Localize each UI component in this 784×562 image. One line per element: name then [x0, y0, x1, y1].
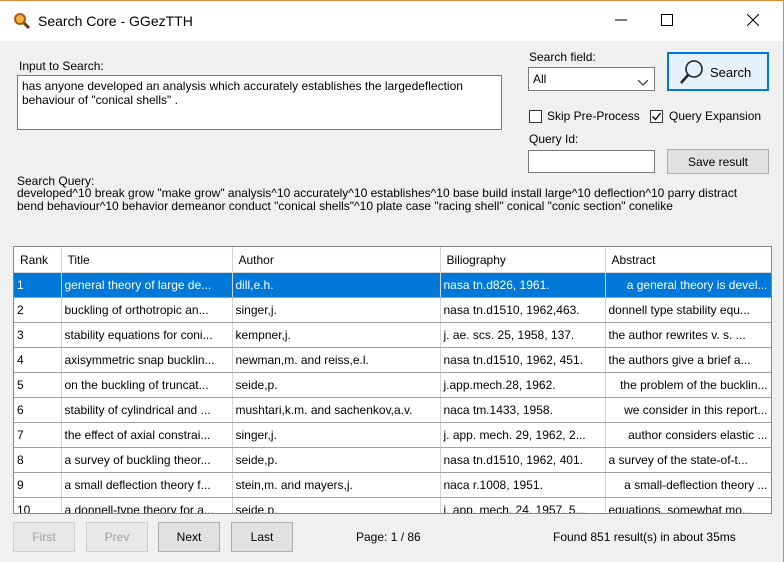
- next-page-button[interactable]: Next: [158, 522, 220, 552]
- cell-title: stability equations for coni...: [61, 322, 233, 348]
- prev-page-button[interactable]: Prev: [86, 522, 148, 552]
- cell-rank: 7: [14, 422, 62, 448]
- skip-preprocess-checkbox[interactable]: [529, 110, 542, 123]
- window-title: Search Core - GGezTTH: [38, 13, 193, 29]
- cell-title: buckling of orthotropic an...: [61, 297, 233, 323]
- cell-abstract: a general theory is devel...: [605, 272, 771, 298]
- title-bar: Search Core - GGezTTH: [0, 1, 783, 41]
- results-count: Found 851 result(s) in about 35ms: [553, 530, 736, 544]
- cell-author: seide,p.: [232, 497, 441, 513]
- last-page-button[interactable]: Last: [231, 522, 293, 552]
- cell-biliography: nasa tn.d826, 1961.: [440, 272, 606, 298]
- search-core-window: Search Core - GGezTTH Input to Search: h…: [0, 0, 784, 562]
- chevron-down-icon: [637, 75, 649, 89]
- search-field-select[interactable]: All: [528, 67, 655, 91]
- cell-rank: 9: [14, 472, 62, 498]
- cell-title: a survey of buckling theor...: [61, 447, 233, 473]
- query-expansion-label: Query Expansion: [669, 109, 762, 123]
- cell-biliography: naca tm.1433, 1958.: [440, 397, 606, 423]
- table-row[interactable]: 4 axisymmetric snap bucklin... newman,m. a…: [14, 347, 771, 373]
- cell-abstract: the authors give a brief a...: [605, 347, 771, 373]
- column-header-rank[interactable]: Rank: [14, 247, 62, 273]
- table-header-row: Rank Title Author Biliography Abstract: [14, 247, 771, 273]
- cell-rank: 4: [14, 347, 62, 373]
- cell-title: general theory of large de...: [61, 272, 233, 298]
- results-table[interactable]: Rank Title Author Biliography Abstract 1…: [13, 246, 772, 514]
- maximize-button[interactable]: [644, 1, 690, 39]
- cell-author: singer,j.: [232, 422, 441, 448]
- table-row[interactable]: 5 on the buckling of truncat... seide,p. j.…: [14, 372, 771, 398]
- cell-abstract: donnell type stability equ...: [605, 297, 771, 323]
- cell-title: a donnell-type theory for a...: [61, 497, 233, 513]
- search-field-label: Search field:: [529, 50, 596, 64]
- cell-abstract: a survey of the state-of-t...: [605, 447, 771, 473]
- cell-rank: 3: [14, 322, 62, 348]
- search-field-value: All: [533, 72, 547, 86]
- table-row[interactable]: 6 stability of cylindrical and ... mushtar…: [14, 397, 771, 423]
- search-button-label: Search: [710, 65, 752, 80]
- cell-author: kempner,j.: [232, 322, 441, 348]
- column-header-title[interactable]: Title: [61, 247, 233, 273]
- column-header-abstract[interactable]: Abstract: [605, 247, 771, 273]
- cell-biliography: j. ae. scs. 25, 1958, 137.: [440, 322, 606, 348]
- skip-preprocess-label: Skip Pre-Process: [547, 109, 640, 123]
- table-row[interactable]: 1 general theory of large de... dill,e.h. n…: [14, 272, 771, 298]
- cell-author: stein,m. and mayers,j.: [232, 472, 441, 498]
- input-label: Input to Search:: [19, 59, 104, 73]
- search-query-text: developed^10 break grow "make grow" anal…: [17, 186, 738, 213]
- table-row[interactable]: 3 stability equations for coni... kempner,…: [14, 322, 771, 348]
- cell-title: a small deflection theory f...: [61, 472, 233, 498]
- cell-abstract: the problem of the bucklin...: [605, 372, 771, 398]
- cell-rank: 1: [14, 272, 62, 298]
- cell-title: the effect of axial constrai...: [61, 422, 233, 448]
- table-row[interactable]: 8a survey of buckling theor... seide,p. na…: [14, 447, 771, 473]
- cell-title: axisymmetric snap bucklin...: [61, 347, 233, 373]
- cell-rank: 5: [14, 372, 62, 398]
- cell-author: seide,p.: [232, 447, 441, 473]
- cell-abstract: author considers elastic ...: [605, 422, 771, 448]
- magnifier-app-icon: [13, 12, 31, 30]
- cell-author: singer,j.: [232, 297, 441, 323]
- page-indicator: Page: 1 / 86: [356, 530, 421, 544]
- cell-biliography: nasa tn.d1510, 1962,463.: [440, 297, 606, 323]
- minimize-button[interactable]: [598, 1, 644, 39]
- cell-biliography: j.app.mech.28, 1962.: [440, 372, 606, 398]
- table-row[interactable]: 10 a donnell-type theory for a... seide,p.…: [14, 497, 771, 513]
- search-input[interactable]: has anyone developed an analysis which a…: [17, 75, 502, 130]
- cell-rank: 6: [14, 397, 62, 423]
- cell-abstract: the author rewrites v. s. ...: [605, 322, 771, 348]
- checkmark-icon: [652, 112, 662, 121]
- cell-biliography: nasa tn.d1510, 1962, 401.: [440, 447, 606, 473]
- cell-abstract: we consider in this report...: [605, 397, 771, 423]
- cell-author: seide,p.: [232, 372, 441, 398]
- table-row[interactable]: 7 the effect of axial constrai... singer,j…: [14, 422, 771, 448]
- save-result-button[interactable]: Save result: [667, 149, 769, 174]
- cell-rank: 10: [14, 497, 62, 513]
- cell-author: mushtari,k.m. and sachenkov,a.v.: [232, 397, 441, 423]
- table-row[interactable]: 9a small deflection theory f... stein,m. …: [14, 472, 771, 498]
- search-button[interactable]: Search: [667, 52, 769, 91]
- close-button[interactable]: [730, 1, 776, 39]
- cell-title: stability of cylindrical and ...: [61, 397, 233, 423]
- column-header-biliography[interactable]: Biliography: [440, 247, 606, 273]
- cell-rank: 2: [14, 297, 62, 323]
- cell-biliography: naca r.1008, 1951.: [440, 472, 606, 498]
- cell-biliography: j. app. mech. 24, 1957, 5...: [440, 497, 606, 513]
- search-icon: [678, 58, 706, 89]
- table-row[interactable]: 2 buckling of orthotropic an... singer,j. n…: [14, 297, 771, 323]
- first-page-button[interactable]: First: [13, 522, 75, 552]
- cell-author: newman,m. and reiss,e.l.: [232, 347, 441, 373]
- cell-rank: 8: [14, 447, 62, 473]
- cell-abstract: a small-deflection theory ...: [605, 472, 771, 498]
- query-expansion-checkbox[interactable]: [650, 110, 663, 123]
- cell-author: dill,e.h.: [232, 272, 441, 298]
- cell-title: on the buckling of truncat...: [61, 372, 233, 398]
- cell-biliography: nasa tn.d1510, 1962, 451.: [440, 347, 606, 373]
- column-header-author[interactable]: Author: [232, 247, 441, 273]
- cell-biliography: j. app. mech. 29, 1962, 2...: [440, 422, 606, 448]
- query-id-label: Query Id:: [529, 132, 579, 146]
- query-id-input[interactable]: [528, 150, 655, 173]
- cell-abstract: equations, somewhat mo...: [605, 497, 771, 513]
